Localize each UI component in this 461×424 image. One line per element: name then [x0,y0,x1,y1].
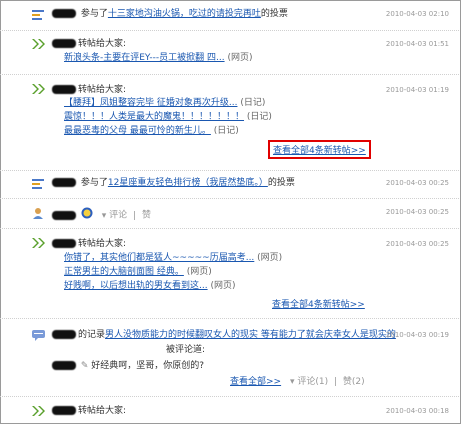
divider [0,170,459,171]
action-text: 转帖给大家: [78,239,127,249]
feed-item-share: 转帖给大家: 【腰拜】凤姐整容完毕 征婚对象再次升级... (日记) 震惊！！！… [0,80,459,166]
comment-dropdown-icon: ▾ [101,210,107,221]
vote-icon [32,10,44,23]
divider [0,228,459,229]
link-type: (网页) [257,253,283,263]
divider [0,198,459,199]
action-text: 转帖给大家: [78,406,127,416]
pipe-divider: | [133,210,137,221]
timestamp: 2010-04-03 00:18 [385,407,449,415]
user-icon [32,207,44,222]
highlight-box: 查看全部4条新转帖>> [268,140,371,159]
action-text: 转帖给大家: [78,85,127,95]
double-chevron-icon [32,238,46,251]
feed-item-record-comment: 的记录男人没物质能力的时候翻叹女人的现实 等有能力了就会庆幸女人是现实的 被评论… [0,324,459,394]
double-chevron-icon [32,39,46,52]
redacted-username [52,85,76,94]
feed-item-vote: 参与了12星座重友轻色排行榜（我居然垫底。）的投票 2010-04-03 00:… [0,174,459,196]
link-type: (网页) [186,267,212,277]
timestamp: 2010-04-03 00:25 [385,240,449,248]
action-text: 参与了 [80,9,108,19]
shared-link[interactable]: 好贱啊，以后想出轨的男女看到这... [64,281,208,291]
divider [0,30,459,31]
divider [0,318,459,319]
divider [0,396,459,397]
action-text: 转帖给大家: [78,39,127,49]
shared-link[interactable]: 正常男生的大脑剖面图 经典。 [64,267,184,277]
shared-link[interactable]: 震惊！！！人类是最大的魔鬼！！！！！！！ [64,112,244,122]
feed-item-vote: 参与了十三家地沟油火锅，吃过的请投完再吐的投票 2010-04-03 02:10 [0,4,459,26]
comment-button[interactable]: 评论(1) [297,377,328,387]
redacted-username [52,210,76,220]
feed-item-share: 转帖给大家: 你错了，其实他们都是猛人~~~~~历届高考... (网页) 正常男… [0,234,459,312]
comment-quote: 好经典呵，坚哥，你原创的? [91,361,205,371]
shared-link[interactable]: 你错了，其实他们都是猛人~~~~~历届高考... [64,253,254,263]
vote-tail: 的投票 [267,178,295,188]
record-prefix: 的记录 [78,330,106,340]
feed-item-status: ▾ 评论 | 赞 2010-04-03 00:25 [0,202,459,226]
link-type: (网页) [210,281,236,291]
vote-tail: 的投票 [260,9,288,19]
link-type: (日记) [240,98,266,108]
view-all-shares-link[interactable]: 查看全部4条新转帖>> [273,146,366,156]
redacted-username [52,39,76,48]
feed-item-share: 转帖给大家: 2010-04-03 00:18 [0,402,459,422]
timestamp: 2010-04-03 00:25 [385,179,449,187]
timestamp: 2010-04-03 01:51 [385,40,449,48]
speech-bubble-icon [32,330,45,344]
link-type: (日记) [246,112,272,122]
redacted-username [52,9,76,18]
action-text: 参与了 [80,178,108,188]
redacted-username [52,178,76,187]
smiley-icon [81,207,93,223]
timestamp: 2010-04-03 01:19 [385,86,449,94]
view-all-shares-link[interactable]: 查看全部4条新转帖>> [272,297,365,310]
record-suffix: 被评论道: [166,345,206,355]
shared-link[interactable]: 最最恶毒的父母 最最可怜的新生儿。 [64,126,211,136]
link-type: (网页) [227,53,253,63]
comment-dropdown-icon: ▾ [289,377,295,387]
timestamp: 2010-04-03 00:25 [385,208,449,216]
like-button[interactable]: 赞(2) [343,377,365,387]
shared-link[interactable]: 新浪头条-主要在评EY---员工被掀翻 四... [64,53,225,63]
record-link[interactable]: 男人没物质能力的时候翻叹女人的现实 等有能力了就会庆幸女人是现实的 [105,330,396,340]
timestamp: 2010-04-03 00:19 [385,331,449,339]
redacted-username [52,406,76,415]
divider [0,74,459,75]
redacted-username [52,330,76,339]
shared-link[interactable]: 【腰拜】凤姐整容完毕 征婚对象再次升级... [64,98,237,108]
double-chevron-icon [32,406,46,419]
like-button[interactable]: 赞 [142,211,151,221]
comment-button[interactable]: 评论 [109,211,127,221]
link-type: (日记) [213,126,239,136]
comment-quote-icon: ✎ [80,361,89,371]
vote-icon [32,179,44,192]
redacted-username [52,239,76,248]
view-all-link[interactable]: 查看全部>> [230,377,281,387]
double-chevron-icon [32,84,46,97]
timestamp: 2010-04-03 02:10 [385,10,449,18]
pipe-divider: | [334,377,338,387]
vote-link[interactable]: 十三家地沟油火锅，吃过的请投完再吐 [108,9,261,19]
feed-item-share: 转帖给大家: 新浪头条-主要在评EY---员工被掀翻 四... (网页) 201… [0,34,459,70]
redacted-username [52,361,76,370]
vote-link[interactable]: 12星座重友轻色排行榜（我居然垫底。） [108,178,268,188]
